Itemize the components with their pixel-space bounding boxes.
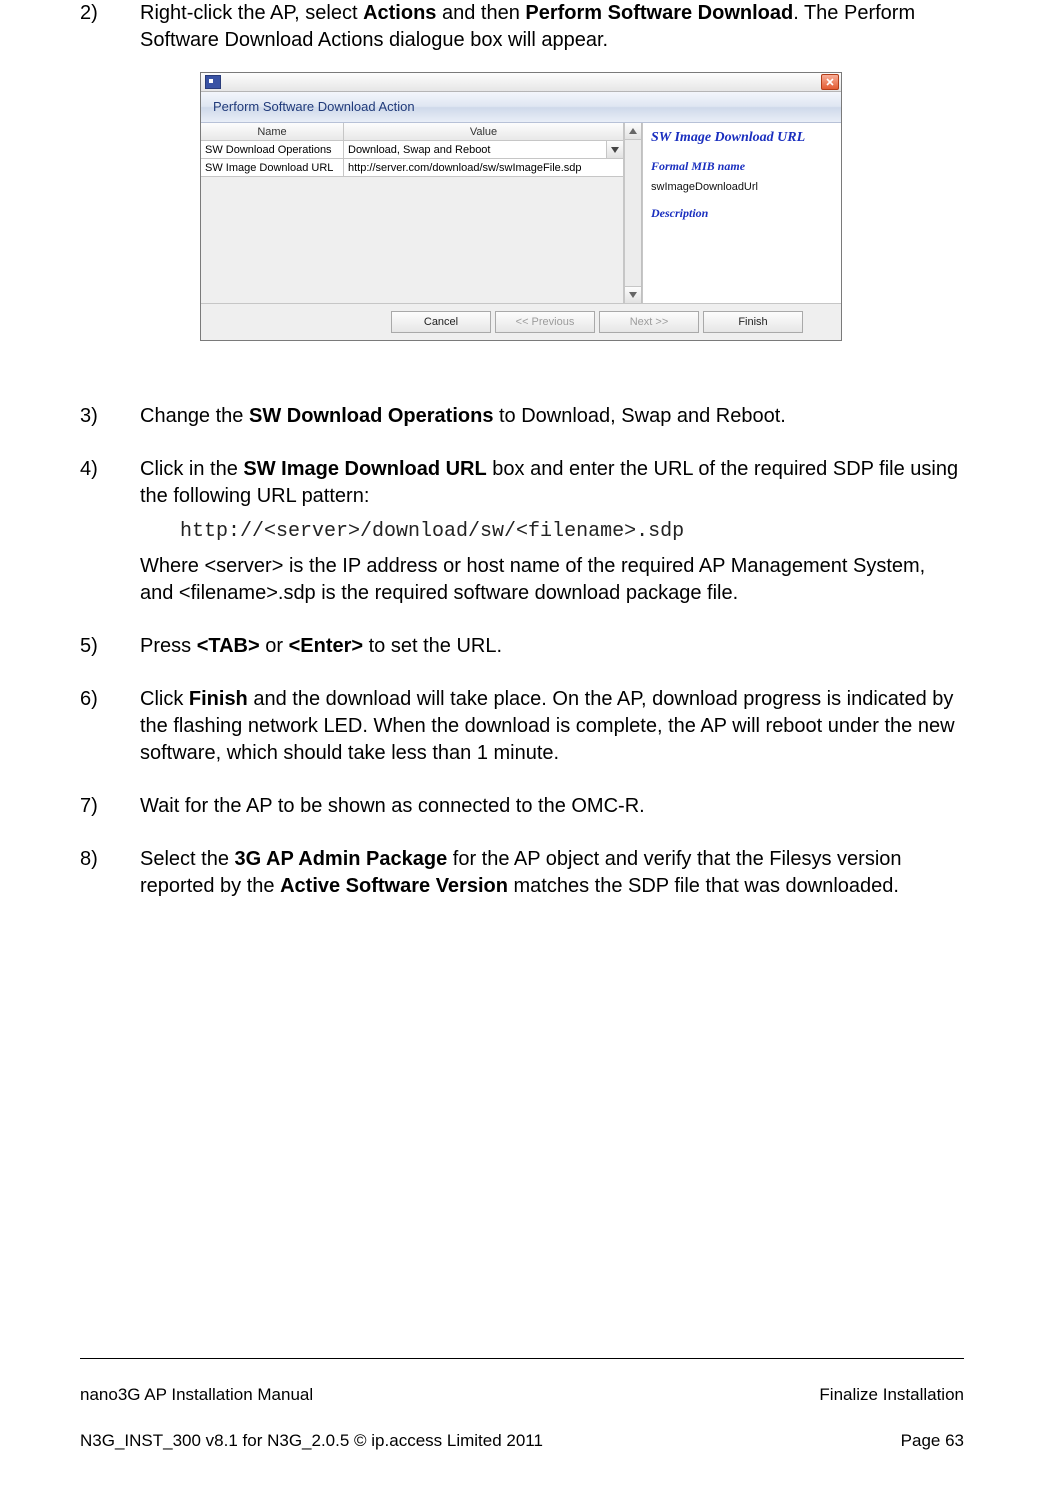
- help-formal-value: swImageDownloadUrl: [651, 180, 833, 195]
- step-7: 7) Wait for the AP to be shown as connec…: [80, 793, 964, 820]
- text-bold: SW Download Operations: [249, 405, 493, 427]
- step-number: 3): [80, 403, 140, 430]
- step-4: 4) Click in the SW Image Download URL bo…: [80, 456, 964, 607]
- cancel-button[interactable]: Cancel: [391, 311, 491, 333]
- text-bold: Active Software Version: [280, 875, 508, 897]
- help-heading: SW Image Download URL: [651, 129, 833, 148]
- table-row: SW Download Operations Download, Swap an…: [201, 141, 624, 159]
- footer-page-number: Page 63: [819, 1430, 964, 1453]
- dialog-screenshot: Perform Software Download Action Name Va…: [200, 72, 964, 341]
- step-text: Click Finish and the download will take …: [140, 686, 964, 767]
- step-text: Right-click the AP, select Actions and t…: [140, 0, 964, 377]
- text-bold: SW Image Download URL: [243, 458, 486, 480]
- chevron-down-icon: [611, 147, 619, 153]
- grid-header: Name Value: [201, 123, 624, 141]
- column-header-name: Name: [201, 123, 344, 141]
- dialog-body: Name Value SW Download Operations Downlo…: [201, 123, 841, 303]
- footer-doc-title: nano3G AP Installation Manual: [80, 1384, 543, 1407]
- step-2: 2) Right-click the AP, select Actions an…: [80, 0, 964, 377]
- help-formal-label: Formal MIB name: [651, 158, 833, 174]
- step-number: 8): [80, 846, 140, 900]
- step-text: Press <TAB> or <Enter> to set the URL.: [140, 633, 964, 660]
- scroll-track[interactable]: [625, 140, 641, 286]
- text: Change the: [140, 405, 249, 427]
- chevron-up-icon: [629, 128, 637, 134]
- text: Press: [140, 635, 197, 657]
- row-value-input[interactable]: http://server.com/download/sw/swImageFil…: [344, 159, 624, 177]
- dialog-window: Perform Software Download Action Name Va…: [200, 72, 842, 341]
- step-text: Change the SW Download Operations to Dow…: [140, 403, 964, 430]
- footer-section: Finalize Installation: [819, 1384, 964, 1407]
- step-number: 4): [80, 456, 140, 607]
- page-footer: nano3G AP Installation Manual N3G_INST_3…: [80, 1358, 964, 1476]
- text: to Download, Swap and Reboot.: [493, 405, 785, 427]
- row-name: SW Image Download URL: [201, 159, 344, 177]
- step-text: Select the 3G AP Admin Package for the A…: [140, 846, 964, 900]
- text: matches the SDP file that was downloaded…: [508, 875, 899, 897]
- help-panel: SW Image Download URL Formal MIB name sw…: [642, 123, 841, 303]
- property-grid: Name Value SW Download Operations Downlo…: [201, 123, 642, 303]
- row-name: SW Download Operations: [201, 141, 344, 159]
- text: or: [260, 635, 289, 657]
- text: Click in the: [140, 458, 243, 480]
- code-example: http://<server>/download/sw/<filename>.s…: [180, 518, 964, 545]
- step-number: 5): [80, 633, 140, 660]
- step-8: 8) Select the 3G AP Admin Package for th…: [80, 846, 964, 900]
- scrollbar[interactable]: [624, 123, 641, 303]
- text: Click: [140, 688, 189, 710]
- previous-button[interactable]: << Previous: [495, 311, 595, 333]
- text-bold: <Enter>: [289, 635, 363, 657]
- dialog-titlebar: [201, 73, 841, 92]
- text: Select the: [140, 848, 235, 870]
- step-number: 7): [80, 793, 140, 820]
- finish-button[interactable]: Finish: [703, 311, 803, 333]
- text: Right-click the AP, select: [140, 2, 363, 24]
- step-number: 6): [80, 686, 140, 767]
- dropdown-button[interactable]: [606, 141, 623, 158]
- step-number: 2): [80, 0, 140, 377]
- row-value-text: Download, Swap and Reboot: [348, 144, 490, 156]
- step-subtext: Where <server> is the IP address or host…: [140, 553, 964, 607]
- text-bold: 3G AP Admin Package: [235, 848, 448, 870]
- text-bold: Finish: [189, 688, 248, 710]
- step-text: Click in the SW Image Download URL box a…: [140, 456, 964, 607]
- app-icon: [205, 75, 221, 89]
- grid-empty-area: [201, 177, 624, 303]
- close-icon: [826, 78, 834, 86]
- help-description-label: Description: [651, 205, 833, 221]
- step-3: 3) Change the SW Download Operations to …: [80, 403, 964, 430]
- next-button[interactable]: Next >>: [599, 311, 699, 333]
- dialog-footer: Cancel << Previous Next >> Finish: [201, 303, 841, 340]
- scroll-down-button[interactable]: [625, 286, 641, 303]
- text-bold: Actions: [363, 2, 436, 24]
- chevron-down-icon: [629, 292, 637, 298]
- footer-doc-version: N3G_INST_300 v8.1 for N3G_2.0.5 © ip.acc…: [80, 1430, 543, 1453]
- step-text: Wait for the AP to be shown as connected…: [140, 793, 964, 820]
- close-button[interactable]: [821, 74, 839, 90]
- column-header-value: Value: [344, 123, 624, 141]
- text: and then: [436, 2, 525, 24]
- scroll-up-button[interactable]: [625, 123, 641, 140]
- row-value-text: http://server.com/download/sw/swImageFil…: [348, 162, 582, 174]
- step-5: 5) Press <TAB> or <Enter> to set the URL…: [80, 633, 964, 660]
- table-row: SW Image Download URL http://server.com/…: [201, 159, 624, 177]
- dialog-title: Perform Software Download Action: [201, 92, 841, 123]
- text-bold: <TAB>: [197, 635, 260, 657]
- step-6: 6) Click Finish and the download will ta…: [80, 686, 964, 767]
- text: and the download will take place. On the…: [140, 688, 955, 764]
- row-value-dropdown[interactable]: Download, Swap and Reboot: [344, 141, 624, 159]
- text: to set the URL.: [363, 635, 502, 657]
- text-bold: Perform Software Download: [525, 2, 793, 24]
